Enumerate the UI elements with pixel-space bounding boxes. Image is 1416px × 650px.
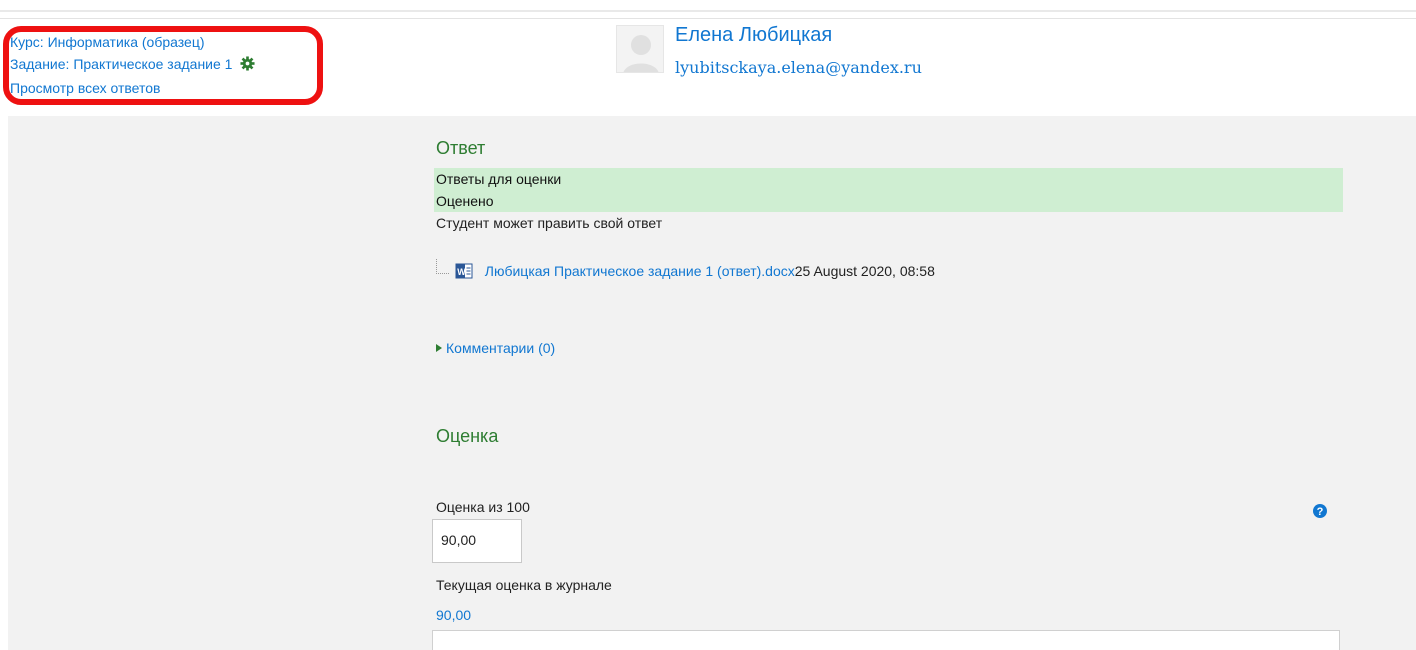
- comments-label: Комментарии (0): [446, 340, 556, 356]
- edit-status: Студент может править свой ответ: [436, 215, 663, 231]
- grading-content: Ответ Ответы для оценки Оценено Студент …: [8, 116, 1416, 650]
- current-grade-label: Текущая оценка в журнале: [436, 577, 612, 593]
- submission-status: Ответы для оценки: [434, 168, 1343, 190]
- user-name-link[interactable]: Елена Любицкая: [675, 24, 832, 47]
- top-divider: [0, 10, 1416, 12]
- submitted-file-row: W Любицкая Практическое задание 1 (ответ…: [436, 259, 935, 283]
- submission-status-block: Ответы для оценки Оценено Студент может …: [434, 168, 1343, 234]
- course-link[interactable]: Курс: Информатика (образец): [10, 31, 255, 53]
- breadcrumb: Курс: Информатика (образец) Задание: Пра…: [10, 31, 255, 99]
- help-icon[interactable]: ?: [1313, 504, 1327, 523]
- word-doc-icon: W: [455, 262, 473, 283]
- submission-heading: Ответ: [436, 138, 486, 158]
- caret-right-icon: [436, 344, 442, 352]
- current-grade-link[interactable]: 90,00: [436, 607, 471, 623]
- submitted-file-date: 25 August 2020, 08:58: [794, 263, 935, 279]
- gear-icon[interactable]: [240, 55, 255, 77]
- grading-header: Курс: Информатика (образец) Задание: Пра…: [0, 18, 1416, 117]
- feedback-editor[interactable]: [432, 630, 1340, 650]
- comments-toggle[interactable]: Комментарии (0): [436, 340, 555, 356]
- assignment-link-row: Задание: Практическое задание 1: [10, 53, 255, 77]
- grade-heading-wrap: Оценка: [436, 426, 498, 447]
- grading-page: Курс: Информатика (образец) Задание: Пра…: [0, 0, 1416, 650]
- view-all-submissions-link[interactable]: Просмотр всех ответов: [10, 77, 255, 99]
- assignment-link[interactable]: Задание: Практическое задание 1: [10, 56, 232, 72]
- user-email: lyubitsckaya.elena@yandex.ru: [675, 58, 922, 77]
- submitted-file-link[interactable]: Любицкая Практическое задание 1 (ответ).…: [485, 263, 795, 279]
- avatar[interactable]: [616, 25, 664, 73]
- svg-text:W: W: [457, 267, 466, 277]
- grade-input[interactable]: 90,00: [432, 519, 522, 563]
- grade-heading: Оценка: [436, 426, 499, 446]
- svg-text:?: ?: [1317, 506, 1324, 518]
- submission-heading-wrap: Ответ: [436, 138, 485, 159]
- tree-connector: [436, 259, 449, 274]
- grading-status: Оценено: [434, 190, 1343, 212]
- grade-label: Оценка из 100: [436, 499, 530, 515]
